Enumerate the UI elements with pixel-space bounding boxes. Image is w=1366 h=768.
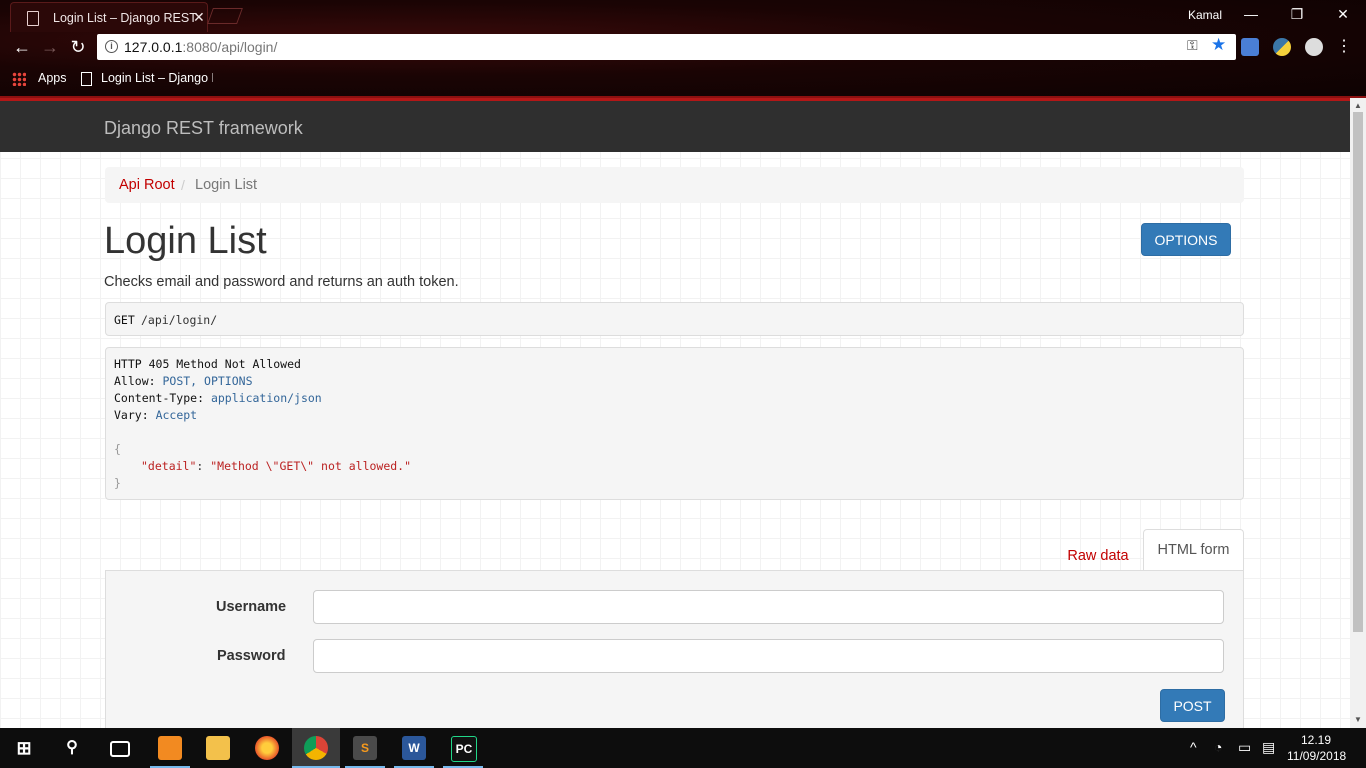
network-icon[interactable]: ◔: [1214, 739, 1222, 755]
taskbar-app-chrome[interactable]: [292, 728, 340, 768]
scroll-up-icon[interactable]: ▲: [1354, 101, 1362, 110]
json-open-brace: {: [114, 442, 121, 456]
word-icon: W: [402, 736, 426, 760]
json-body-line: "detail": "Method \"GET\" not allowed.": [141, 459, 411, 473]
json-close-brace: }: [114, 476, 121, 490]
search-button[interactable]: ⚲: [48, 728, 96, 768]
browser-tab[interactable]: Login List – Django REST ✕: [10, 2, 208, 32]
request-method: GET: [114, 313, 135, 327]
clock-date: 11/09/2018: [1287, 749, 1347, 763]
json-colon: :: [196, 459, 211, 473]
password-input[interactable]: [313, 639, 1224, 673]
request-path: /api/login/: [141, 313, 218, 327]
reload-button[interactable]: ↻: [68, 38, 88, 58]
sublime-text-icon: S: [353, 736, 377, 760]
bookmark-page-icon: [81, 72, 92, 86]
translate-extension-icon[interactable]: [1241, 38, 1259, 56]
pycharm-icon: PC: [451, 736, 477, 762]
brand-link[interactable]: Django REST framework: [104, 118, 303, 139]
taskbar-app-pycharm[interactable]: PC: [439, 728, 487, 768]
taskbar-app-firefox[interactable]: [243, 728, 291, 768]
xampp-icon: [158, 736, 182, 760]
tab-html-form[interactable]: HTML form: [1143, 529, 1244, 571]
scroll-down-icon[interactable]: ▼: [1354, 715, 1362, 724]
close-window-button[interactable]: ✕: [1320, 0, 1366, 30]
chrome-icon: [304, 736, 328, 760]
apps-label: Apps: [38, 71, 67, 85]
notification-icon[interactable]: ▤: [1262, 739, 1275, 756]
start-button[interactable]: ⊞: [0, 728, 48, 768]
response-header: Content-Type: application/json: [114, 391, 322, 405]
taskbar-app-explorer[interactable]: [194, 728, 242, 768]
forward-button[interactable]: →: [40, 38, 60, 58]
breadcrumb-root-link[interactable]: Api Root: [119, 177, 175, 193]
url-path: :8080/api/login/: [182, 39, 278, 55]
header-name: Content-Type:: [114, 391, 205, 405]
task-view-icon: [110, 741, 130, 757]
browser-chrome: Login List – Django REST ✕ Kamal — ❐ ✕ ←…: [0, 0, 1366, 98]
header-name: Allow:: [114, 374, 156, 388]
tab-close-icon[interactable]: ✕: [193, 9, 205, 26]
scroll-thumb[interactable]: [1353, 112, 1363, 632]
bookmark-star-icon[interactable]: ★: [1211, 35, 1226, 55]
header-name: Vary:: [114, 408, 149, 422]
task-view-button[interactable]: [96, 728, 144, 768]
search-icon: ⚲: [66, 739, 78, 756]
python-extension-icon[interactable]: [1273, 38, 1291, 56]
request-info: GET /api/login/: [105, 302, 1244, 336]
clock-time: 12.19: [1300, 733, 1332, 747]
info-icon[interactable]: i: [105, 40, 118, 53]
page-icon: [27, 11, 39, 26]
taskbar-app-sublime[interactable]: S: [341, 728, 389, 768]
page-content: Django REST framework Api Root / Login L…: [0, 98, 1350, 728]
firefox-icon: [255, 736, 279, 760]
battery-icon[interactable]: ▭: [1238, 739, 1251, 756]
chrome-menu-icon[interactable]: ⋮: [1334, 38, 1354, 58]
post-button[interactable]: POST: [1160, 689, 1225, 722]
address-bar[interactable]: i 127.0.0.1:8080/api/login/ ⚿ ★: [97, 34, 1236, 60]
username-input[interactable]: [313, 590, 1224, 624]
navbar: Django REST framework: [0, 98, 1350, 152]
taskbar-app-word[interactable]: W: [390, 728, 438, 768]
json-value: "Method \"GET\" not allowed.": [210, 459, 412, 473]
breadcrumb: Api Root / Login List: [105, 167, 1244, 203]
url-host: 127.0.0.1: [124, 39, 183, 55]
show-hidden-icons[interactable]: ^: [1190, 739, 1197, 755]
restore-button[interactable]: ❐: [1274, 0, 1320, 30]
page-scrollbar[interactable]: ▲ ▼: [1350, 98, 1366, 728]
header-value: Accept: [155, 408, 198, 422]
username-label: Username: [216, 599, 287, 615]
json-key: "detail": [141, 459, 197, 473]
tab-title: Login List – Django REST: [53, 11, 197, 25]
profile-name[interactable]: Kamal: [1188, 8, 1222, 22]
system-clock[interactable]: 12.19 11/09/2018: [1287, 732, 1347, 764]
header-value: POST, OPTIONS: [162, 374, 253, 388]
bookmark-item[interactable]: Login List – Django R: [101, 71, 213, 85]
html-form-panel: Username Password POST: [105, 570, 1244, 728]
page-title: Login List: [104, 220, 267, 262]
new-tab-button[interactable]: [207, 8, 243, 24]
response-status: HTTP 405 Method Not Allowed: [114, 357, 301, 371]
apps-grid-icon: [12, 72, 26, 86]
breadcrumb-separator: /: [181, 177, 185, 193]
tab-raw-data[interactable]: Raw data: [1056, 542, 1140, 572]
url-text[interactable]: 127.0.0.1:8080/api/login/: [124, 39, 277, 55]
response-header: Allow: POST, OPTIONS: [114, 374, 253, 388]
options-button[interactable]: OPTIONS: [1141, 223, 1231, 256]
password-label: Password: [217, 648, 286, 664]
response-info: HTTP 405 Method Not Allowed Allow: POST,…: [105, 347, 1244, 500]
breadcrumb-current: Login List: [195, 177, 258, 193]
endpoint-description: Checks email and password and returns an…: [104, 274, 459, 290]
taskbar: ⊞ ⚲ S W PC ^ ◔ ▭ ▤ 12.19 11/09/2018: [0, 728, 1366, 768]
extension-icon[interactable]: [1305, 38, 1323, 56]
key-icon[interactable]: ⚿: [1187, 37, 1198, 54]
file-explorer-icon: [206, 736, 230, 760]
back-button[interactable]: ←: [12, 38, 32, 58]
taskbar-app-xampp[interactable]: [146, 728, 194, 768]
minimize-button[interactable]: —: [1228, 0, 1274, 30]
start-icon: ⊞: [16, 738, 32, 758]
header-value: application/json: [210, 391, 322, 405]
response-header: Vary: Accept: [114, 408, 197, 422]
